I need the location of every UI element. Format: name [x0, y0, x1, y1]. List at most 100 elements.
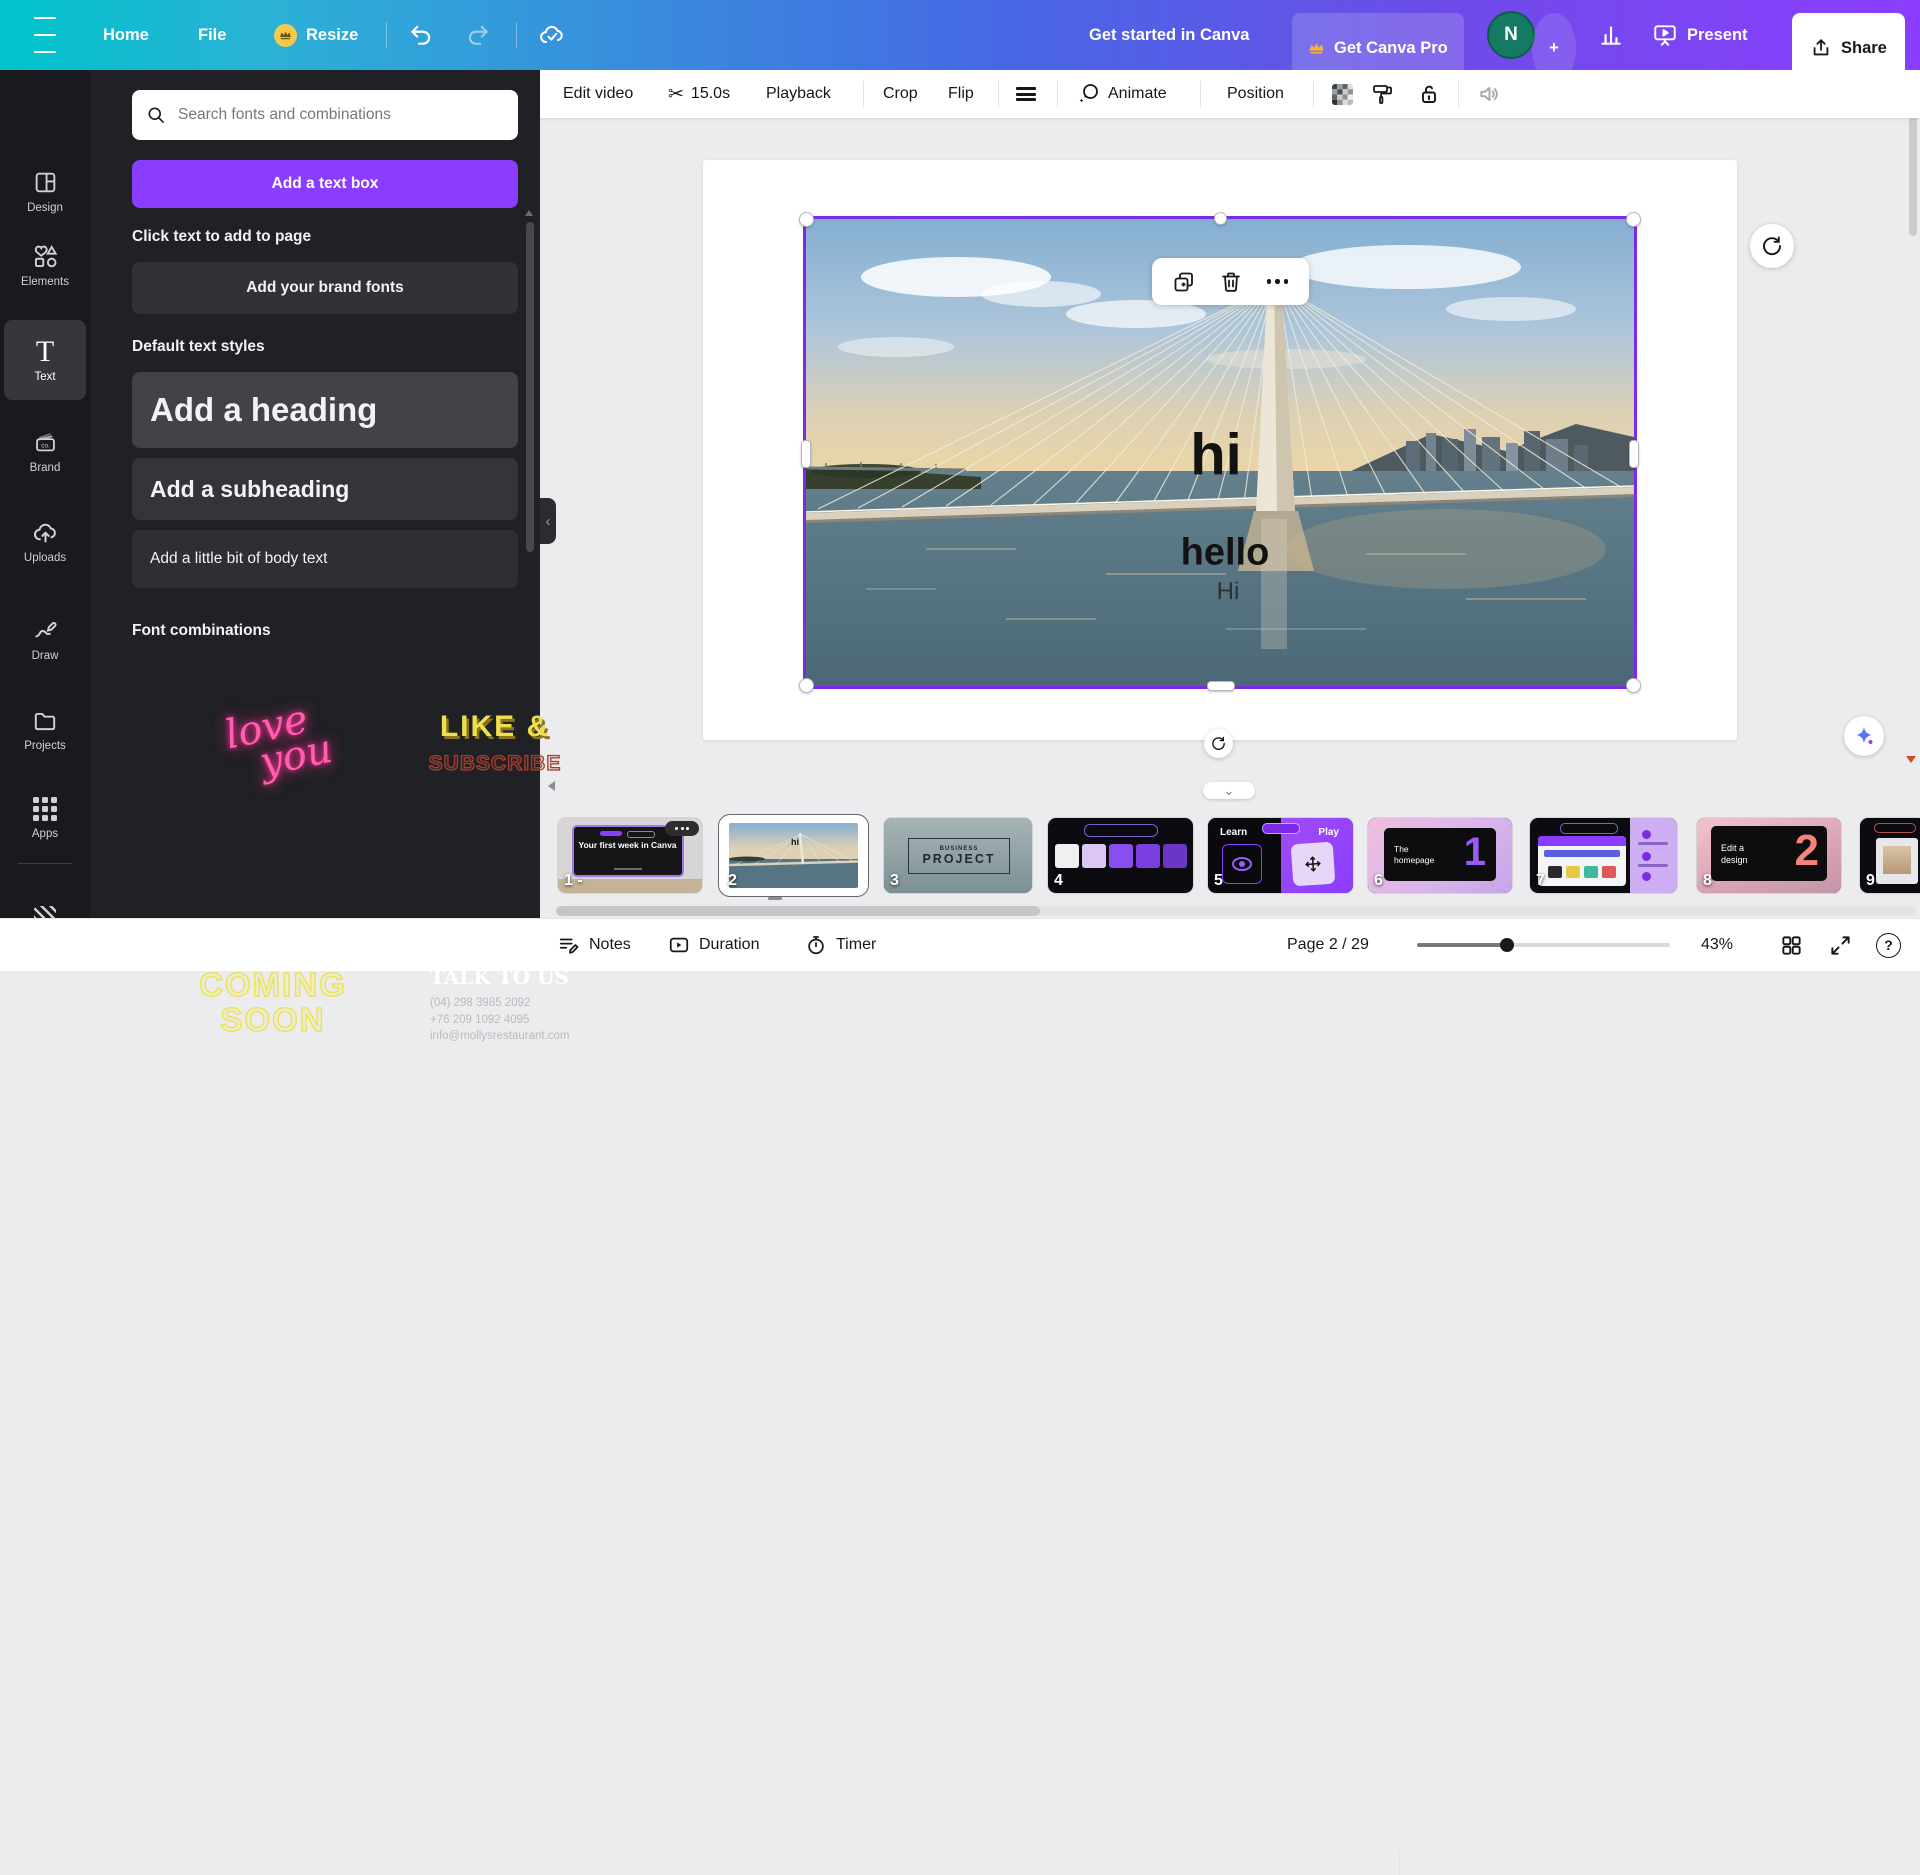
canvas-text-hi[interactable]: hi: [1190, 422, 1242, 489]
sidebar-item-design[interactable]: Design: [4, 154, 86, 228]
draw-icon: [32, 617, 58, 645]
page-thumbnail-6[interactable]: The homepage 1 6: [1368, 818, 1512, 893]
scroll-left-arrow[interactable]: [548, 781, 555, 791]
page-thumbnail-2-current[interactable]: hi 2: [722, 818, 865, 893]
grid-view-button[interactable]: [1780, 919, 1803, 971]
crop-button[interactable]: Crop: [883, 70, 918, 118]
magic-assistant-button[interactable]: [1844, 716, 1884, 756]
help-button[interactable]: ?: [1876, 919, 1901, 971]
page-thumbnail-1[interactable]: Your first week in Canva 1 -: [558, 818, 702, 893]
font-combo-talk-to-us[interactable]: TALK TO US (04) 298 3985 2092 +76 209 10…: [430, 965, 615, 1045]
resize-handle-bottom[interactable]: [1207, 681, 1235, 691]
add-member-button[interactable]: +: [1532, 13, 1576, 83]
sidebar-item-uploads[interactable]: Uploads: [4, 504, 86, 578]
design-icon: [33, 169, 58, 197]
panel-scrollbar-thumb[interactable]: [526, 222, 534, 552]
add-heading-tile[interactable]: Add a heading: [132, 372, 518, 448]
position-button[interactable]: Position: [1227, 70, 1284, 118]
panel-scroll-up-arrow[interactable]: [525, 210, 533, 216]
font-search[interactable]: [132, 90, 518, 140]
zoom-slider[interactable]: [1417, 938, 1670, 952]
sidebar-item-brand[interactable]: co. Brand: [4, 414, 86, 488]
svg-text:co.: co.: [41, 442, 50, 449]
undo-button[interactable]: [408, 0, 434, 70]
vertical-scrollbar-thumb[interactable]: [1909, 106, 1917, 236]
scissors-icon: ✂: [668, 83, 684, 105]
page-thumbnail-5[interactable]: Learn Play 5: [1208, 818, 1353, 893]
redo-button[interactable]: [465, 0, 491, 70]
home-menu-item[interactable]: Home: [103, 0, 149, 70]
filmstrip-scrollbar-thumb[interactable]: [556, 906, 1040, 916]
canvas-workspace: hi hello Hi ⌄: [540, 94, 1920, 808]
share-button[interactable]: Share: [1792, 13, 1905, 83]
insights-button[interactable]: [1598, 0, 1624, 70]
page-rotate-button[interactable]: [1204, 729, 1233, 758]
page-thumbnail-8[interactable]: Edit a design 2 8: [1697, 818, 1841, 893]
sidebar-item-draw[interactable]: Draw: [4, 602, 86, 676]
page-indicator[interactable]: Page 2 / 29: [1287, 919, 1369, 971]
ellipsis-icon: [1266, 279, 1289, 284]
add-body-text-tile[interactable]: Add a little bit of body text: [132, 530, 518, 588]
header: Home File Resize Get started in Canva Ge…: [0, 0, 1920, 83]
resize-handle-left[interactable]: [801, 440, 811, 468]
resize-handle-bottom-right[interactable]: [1626, 678, 1641, 693]
edit-video-button[interactable]: Edit video: [563, 70, 633, 118]
filmstrip-scrollbar[interactable]: [556, 906, 1916, 916]
history-refresh-button[interactable]: [1750, 224, 1794, 268]
sidebar-item-elements[interactable]: Elements: [4, 228, 86, 302]
file-menu-item[interactable]: File: [198, 0, 226, 70]
present-button[interactable]: Present: [1652, 0, 1748, 70]
adjust-button[interactable]: [1016, 70, 1036, 118]
duration-button[interactable]: Duration: [668, 919, 759, 971]
page-thumbnail-4[interactable]: 4: [1048, 818, 1193, 893]
resize-handle-top-left[interactable]: [799, 212, 814, 227]
font-search-input[interactable]: [176, 105, 504, 125]
canvas-text-hi-small[interactable]: Hi: [1217, 578, 1240, 606]
zoom-level[interactable]: 43%: [1701, 919, 1733, 971]
sidebar-item-text[interactable]: T Text: [4, 320, 86, 400]
zoom-slider-knob[interactable]: [1500, 938, 1514, 952]
page-thumbnail-9[interactable]: 9: [1860, 818, 1920, 893]
fullscreen-button[interactable]: [1829, 919, 1852, 971]
panel-collapse-handle[interactable]: ‹: [540, 498, 556, 544]
get-started-link[interactable]: Get started in Canva: [1089, 0, 1249, 70]
canvas-text-hello[interactable]: hello: [1181, 532, 1270, 575]
grid-view-icon: [1782, 935, 1801, 955]
add-subheading-tile[interactable]: Add a subheading: [132, 458, 518, 520]
vertical-scroll-down-arrow[interactable]: [1906, 756, 1916, 763]
add-text-box-button[interactable]: Add a text box: [132, 160, 518, 208]
rotate-icon: [1212, 736, 1225, 750]
refresh-icon: [1763, 236, 1781, 256]
thumbnail-menu-button[interactable]: [665, 821, 699, 836]
resize-handle-top[interactable]: [1214, 212, 1227, 225]
resize-menu-item[interactable]: Resize: [274, 0, 358, 70]
trim-button[interactable]: ✂ 15.0s: [668, 70, 730, 118]
get-canva-pro-button[interactable]: Get Canva Pro: [1292, 13, 1464, 83]
resize-handle-bottom-left[interactable]: [799, 678, 814, 693]
notes-button[interactable]: Notes: [558, 919, 631, 971]
resize-handle-top-right[interactable]: [1626, 212, 1641, 227]
font-combo-like-subscribe[interactable]: LIKE & SUBSCRIBE: [400, 710, 590, 776]
timer-button[interactable]: Timer: [805, 919, 876, 971]
more-options-button[interactable]: [1261, 265, 1295, 299]
add-brand-fonts-button[interactable]: Add your brand fonts: [132, 262, 518, 314]
resize-handle-right[interactable]: [1629, 440, 1639, 468]
element-quick-toolbar: [1152, 258, 1309, 305]
animate-button[interactable]: Animate: [1077, 70, 1167, 118]
font-combo-love-you[interactable]: love you: [175, 692, 365, 796]
playback-button[interactable]: Playback: [766, 70, 831, 118]
flip-button[interactable]: Flip: [948, 70, 974, 118]
volume-button[interactable]: [1477, 70, 1503, 118]
hamburger-menu-button[interactable]: [28, 0, 62, 70]
scroll-down-pill[interactable]: ⌄: [1203, 782, 1255, 799]
sidebar-item-apps[interactable]: Apps: [4, 780, 86, 854]
font-combo-coming-soon[interactable]: COMING SOON: [158, 967, 388, 1037]
cloud-sync-button[interactable]: [538, 0, 566, 70]
duplicate-button[interactable]: [1167, 265, 1201, 299]
page-thumbnail-3[interactable]: BUSINESS PROJECT 3: [884, 818, 1032, 893]
duration-icon: [669, 937, 689, 953]
page-thumbnail-7[interactable]: 7: [1530, 818, 1677, 893]
sidebar-item-projects[interactable]: Projects: [4, 692, 86, 766]
account-avatar[interactable]: N: [1487, 11, 1535, 59]
delete-button[interactable]: [1214, 265, 1248, 299]
